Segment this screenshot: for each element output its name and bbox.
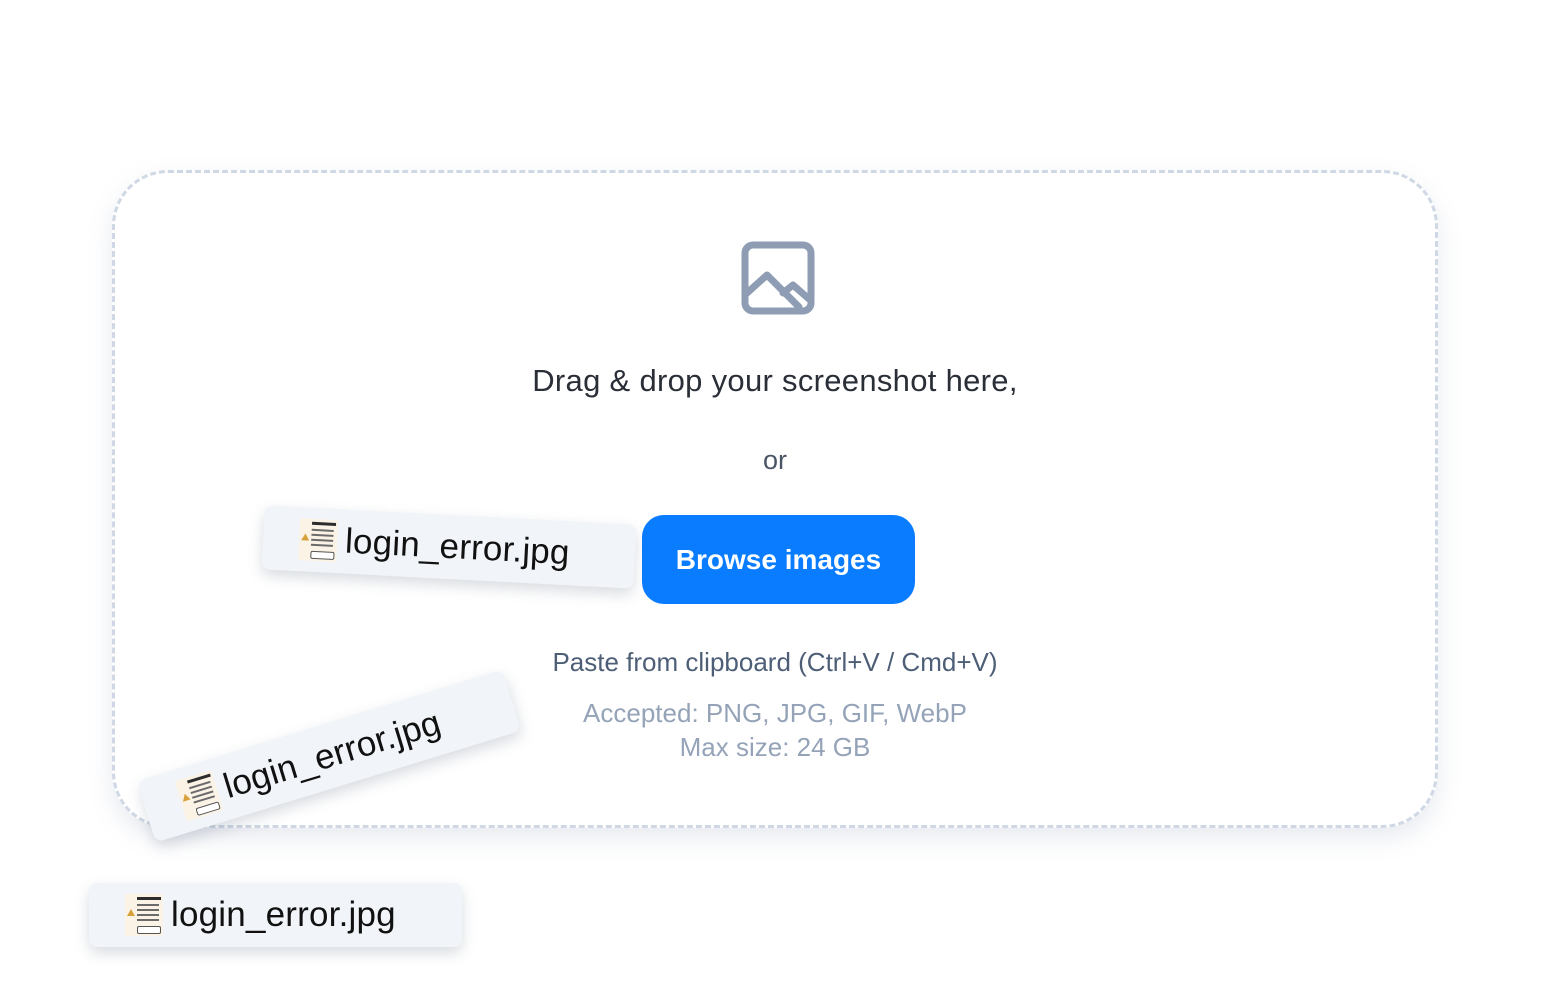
paste-hint: Paste from clipboard (Ctrl+V / Cmd+V) <box>552 647 998 677</box>
screenshot-thumbnail-icon <box>174 770 224 822</box>
accepted-formats: Accepted: PNG, JPG, GIF, WebP <box>583 698 967 728</box>
or-separator: or <box>762 445 787 475</box>
browse-images-button[interactable]: Browse images <box>642 515 915 604</box>
image-icon <box>741 241 815 315</box>
dragged-file-chip[interactable]: login_error.jpg <box>89 883 462 947</box>
file-name: login_error.jpg <box>171 895 396 934</box>
screenshot-thumbnail-icon <box>125 894 163 936</box>
file-name: login_error.jpg <box>344 521 571 573</box>
drop-headline: Drag & drop your screenshot here, <box>532 363 1018 398</box>
screenshot-thumbnail-icon <box>298 518 339 563</box>
upload-page: Drag & drop your screenshot here, or Bro… <box>0 0 1546 1000</box>
